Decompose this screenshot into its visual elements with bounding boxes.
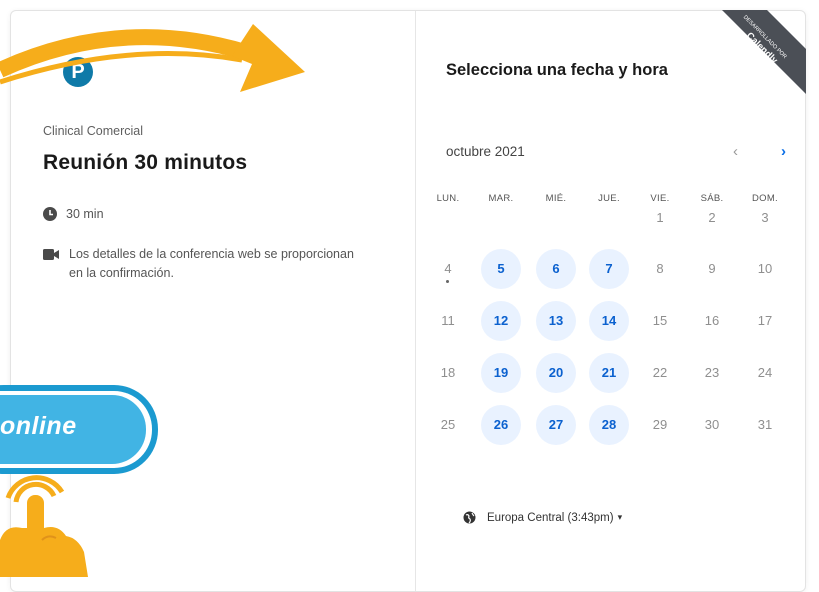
calendar-day: 22 <box>640 353 680 393</box>
day-number: 5 <box>497 261 505 276</box>
orange-arrow-graphic <box>0 24 305 92</box>
tap-hand-icon <box>0 475 88 577</box>
duration-row: 30 min <box>43 207 104 221</box>
available-day[interactable]: 13 <box>536 301 576 341</box>
day-number: 16 <box>704 313 720 328</box>
day-number: 27 <box>548 417 564 432</box>
available-day[interactable]: 6 <box>536 249 576 289</box>
today-indicator <box>446 280 449 283</box>
timezone-selector[interactable]: Europa Central (3:43pm) ▾ <box>463 511 622 524</box>
month-label: octubre 2021 <box>446 144 525 159</box>
available-day[interactable]: 28 <box>589 405 629 445</box>
day-number: 2 <box>708 210 716 225</box>
available-day[interactable]: 21 <box>589 353 629 393</box>
day-number: 22 <box>652 365 668 380</box>
calendar-day: 17 <box>745 301 785 341</box>
day-number: 25 <box>440 417 456 432</box>
calendar-day: 9 <box>692 249 732 289</box>
available-day[interactable]: 14 <box>589 301 629 341</box>
day-number: 11 <box>441 313 455 328</box>
calendar-day: 24 <box>745 353 785 393</box>
video-camera-icon <box>43 249 59 260</box>
day-number: 31 <box>757 417 773 432</box>
available-day[interactable]: 20 <box>536 353 576 393</box>
day-number: 8 <box>656 261 664 276</box>
available-day[interactable]: 7 <box>589 249 629 289</box>
calendar-day: 30 <box>692 405 732 445</box>
day-number: 19 <box>493 365 509 380</box>
conference-row: Los detalles de la conferencia web se pr… <box>43 245 363 283</box>
available-day[interactable]: 5 <box>481 249 521 289</box>
calendar-day: 1 <box>640 198 680 238</box>
day-number: 3 <box>761 210 769 225</box>
weekday-label: MAR. <box>488 193 514 204</box>
company-name: Clinical Comercial <box>43 124 144 138</box>
calendar-day: 23 <box>692 353 732 393</box>
timezone-label: Europa Central (3:43pm) <box>487 511 614 524</box>
day-number: 30 <box>704 417 720 432</box>
chevron-left-icon[interactable]: ‹ <box>733 143 738 160</box>
event-title: Reunión 30 minutos <box>43 151 248 174</box>
day-number: 21 <box>601 365 617 380</box>
day-number: 7 <box>605 261 613 276</box>
weekday-label: MIÉ. <box>545 193 567 204</box>
day-number: 13 <box>548 313 564 328</box>
weekday-label: JUE. <box>598 193 620 204</box>
calendar-day: 8 <box>640 249 680 289</box>
day-number: 14 <box>601 313 617 328</box>
calendar-day: 15 <box>640 301 680 341</box>
chevron-right-icon[interactable]: › <box>781 143 786 160</box>
day-number: 4 <box>444 261 452 276</box>
caret-down-icon: ▾ <box>617 512 623 522</box>
calendar-day: 29 <box>640 405 680 445</box>
day-number: 18 <box>440 365 456 380</box>
day-number: 1 <box>656 210 664 225</box>
day-number: 28 <box>601 417 617 432</box>
day-number: 10 <box>757 261 773 276</box>
globe-icon <box>463 511 476 524</box>
calendar-day: 18 <box>428 353 468 393</box>
day-number: 23 <box>704 365 720 380</box>
day-number: 24 <box>757 365 773 380</box>
day-number: 20 <box>548 365 564 380</box>
calendar-day: 16 <box>692 301 732 341</box>
day-number: 29 <box>652 417 668 432</box>
calendar-day: 3 <box>745 198 785 238</box>
conference-details-text: Los detalles de la conferencia web se pr… <box>69 247 354 280</box>
calendar-day: 2 <box>692 198 732 238</box>
available-day[interactable]: 27 <box>536 405 576 445</box>
online-label: online <box>0 412 77 440</box>
available-day[interactable]: 19 <box>481 353 521 393</box>
calendar-day: 4 <box>428 249 468 289</box>
day-number: 15 <box>652 313 668 328</box>
day-number: 6 <box>552 261 560 276</box>
calendar-day: 11 <box>428 301 468 341</box>
available-day[interactable]: 12 <box>481 301 521 341</box>
duration-label: 30 min <box>66 207 104 221</box>
calendar-day: 10 <box>745 249 785 289</box>
available-day[interactable]: 26 <box>481 405 521 445</box>
calendar-day: 25 <box>428 405 468 445</box>
clock-icon <box>43 207 57 221</box>
day-number: 17 <box>757 313 773 328</box>
weekday-label: LUN. <box>436 193 460 204</box>
calendar-day: 31 <box>745 405 785 445</box>
day-number: 12 <box>493 313 509 328</box>
day-number: 26 <box>493 417 509 432</box>
day-number: 9 <box>708 261 716 276</box>
